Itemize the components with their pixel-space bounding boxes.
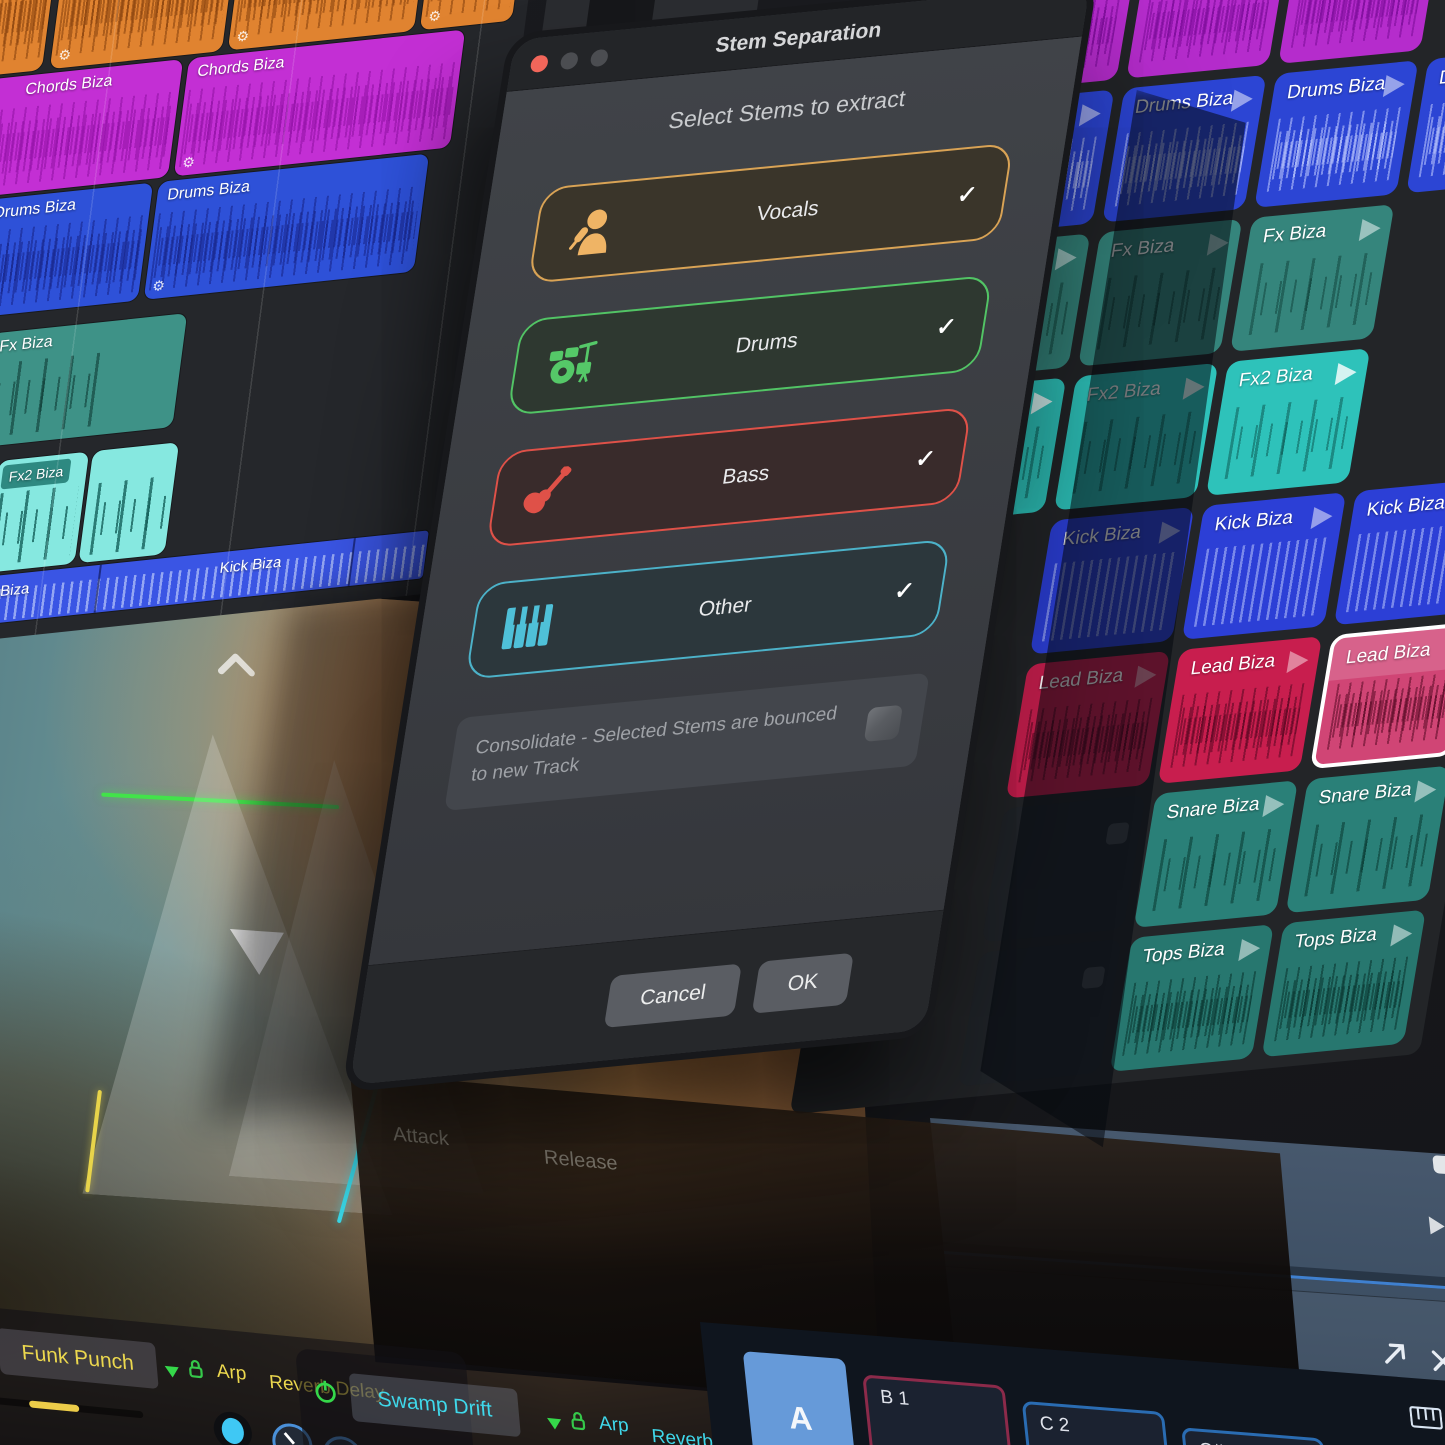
grid-cell-snare[interactable]: Snare Biza: [1286, 766, 1445, 914]
patch-name-box[interactable]: Funk Punch: [0, 1328, 159, 1389]
piano-keys-icon: [471, 598, 586, 654]
audio-clip-drums[interactable]: Drums Biza ⚙: [0, 183, 153, 319]
grid-cell-lead[interactable]: Lead Biza: [1158, 636, 1322, 784]
cancel-button[interactable]: Cancel: [604, 963, 742, 1028]
grid-cell-fx[interactable]: Fx Biza: [1230, 204, 1394, 352]
arp-toggle[interactable]: [212, 1410, 253, 1445]
disclosure-triangle-icon[interactable]: [547, 1418, 562, 1430]
consolidate-checkbox[interactable]: [864, 704, 903, 741]
consolidate-label: Consolidate - Selected Stems are bounced…: [469, 698, 870, 789]
close-icon[interactable]: [1429, 1347, 1445, 1375]
stem-label: Vocals: [643, 186, 932, 237]
audio-clip-fx[interactable]: Fx Biza: [0, 313, 187, 448]
grid-cell-drums[interactable]: Drums Biza: [1102, 75, 1266, 223]
audio-clip-fx2[interactable]: [78, 442, 179, 563]
check-icon[interactable]: ✓: [907, 309, 985, 343]
play-icon[interactable]: [1429, 1216, 1445, 1235]
drums-icon: [512, 332, 628, 392]
grid-cell-tops[interactable]: Tops Biza: [1262, 910, 1426, 1058]
lock-icon[interactable]: [568, 1410, 588, 1432]
stop-square-icon[interactable]: [1105, 822, 1130, 845]
disclosure-triangle-icon[interactable]: [165, 1366, 180, 1378]
stem-option-bass[interactable]: Bass ✓: [486, 407, 972, 548]
grid-cell-kick[interactable]: Kick Biza: [1182, 492, 1346, 640]
bass-guitar-icon: [491, 462, 608, 526]
pad-c2[interactable]: C 2: [1022, 1401, 1176, 1445]
volume-slider[interactable]: [0, 1396, 143, 1419]
check-icon[interactable]: ✓: [928, 177, 1006, 211]
stem-label: Bass: [601, 450, 890, 501]
release-label: Release: [543, 1146, 618, 1175]
stop-square-icon[interactable]: [1432, 1155, 1445, 1174]
stem-option-drums[interactable]: Drums ✓: [507, 275, 993, 416]
arrow-up-right-icon[interactable]: [1380, 1340, 1409, 1368]
patch-name: Funk Punch: [21, 1341, 135, 1376]
stem-option-other[interactable]: Other ✓: [465, 539, 951, 680]
gear-icon[interactable]: ⚙: [181, 153, 196, 171]
gear-icon[interactable]: ⚙: [235, 27, 250, 45]
play-cursor-triangle[interactable]: [230, 929, 286, 977]
consolidate-option[interactable]: Consolidate - Selected Stems are bounced…: [444, 673, 930, 812]
gear-icon[interactable]: ⚙: [151, 277, 166, 295]
stop-square-icon[interactable]: [1081, 966, 1106, 989]
grid-cell-snare[interactable]: Snare Biza: [1134, 780, 1298, 928]
grid-empty-slot[interactable]: [982, 795, 1146, 943]
grid-cell-kick[interactable]: Kick Biza: [1030, 507, 1194, 655]
grid-empty-slot[interactable]: [958, 939, 1122, 1087]
attack-label: Attack: [392, 1123, 450, 1151]
stem-label: Drums: [622, 318, 911, 369]
arp-label[interactable]: Arp: [598, 1413, 630, 1438]
vocals-icon: [533, 199, 649, 261]
grid-cell-fx[interactable]: Fx Biza: [1078, 219, 1242, 367]
marketing-composite: ⚙ ⚙ ⚙ Chords Biza ⚙ Chords Biza ⚙: [0, 0, 1445, 1445]
gear-icon[interactable]: ⚙: [57, 46, 72, 64]
check-icon[interactable]: ✓: [886, 441, 964, 475]
grid-cell-lead[interactable]: Lead Biza: [1006, 651, 1170, 799]
ok-button[interactable]: OK: [752, 952, 854, 1013]
stem-option-vocals[interactable]: Vocals ✓: [528, 143, 1014, 284]
patch-name-box[interactable]: Swamp Drift: [349, 1373, 521, 1437]
patch-name: Swamp Drift: [377, 1388, 493, 1423]
pad-c-sharp-2[interactable]: C# 2: [1181, 1427, 1335, 1445]
grid-cell-drums[interactable]: Drums Biza: [1254, 60, 1418, 208]
pad-b1[interactable]: B 1: [862, 1374, 1016, 1445]
grid-cell-fx2[interactable]: Fx2 Biza: [1206, 348, 1370, 496]
power-icon[interactable]: [311, 1377, 339, 1406]
section-key-a[interactable]: A: [743, 1351, 858, 1445]
grid-cell-fx2[interactable]: Fx2 Biza: [1054, 363, 1218, 511]
arp-label[interactable]: Arp: [216, 1361, 248, 1386]
check-icon[interactable]: ✓: [865, 573, 943, 607]
lock-icon[interactable]: [186, 1358, 206, 1380]
piano-keys-icon[interactable]: [1409, 1406, 1443, 1431]
stem-label: Other: [581, 582, 870, 633]
grid-cell-tops[interactable]: Tops Biza: [1110, 924, 1274, 1072]
gear-icon[interactable]: ⚙: [427, 7, 442, 25]
